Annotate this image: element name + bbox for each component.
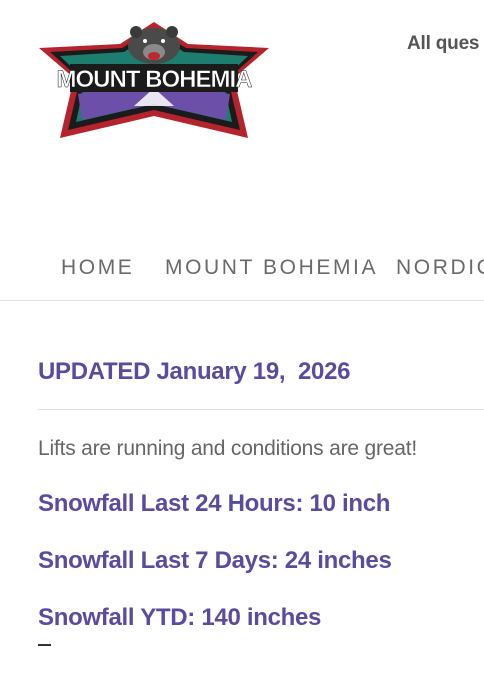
- header-contact-note: All ques: [407, 33, 480, 54]
- nav-item-home[interactable]: HOME: [61, 256, 134, 280]
- bear-mountain-logo-icon: MOUNT BOHEMIA: [39, 22, 269, 138]
- short-divider: [38, 644, 51, 646]
- snowfall-ytd: Snowfall YTD: 140 inches: [38, 604, 322, 631]
- svg-text:MOUNT BOHEMIA: MOUNT BOHEMIA: [57, 66, 253, 93]
- snowfall-7d: Snowfall Last 7 Days: 24 inches: [38, 547, 392, 574]
- updated-date-heading: UPDATED January 19, 2026: [38, 358, 351, 385]
- snowfall-24h: Snowfall Last 24 Hours: 10 inch: [38, 490, 391, 517]
- divider: [38, 409, 484, 410]
- nav-item-nordic[interactable]: NORDIC: [396, 256, 484, 280]
- nav-item-mount-bohemia[interactable]: MOUNT BOHEMIA: [165, 256, 378, 280]
- conditions-status: Lifts are running and conditions are gre…: [38, 437, 417, 460]
- snow-report: UPDATED January 19, 2026 Lifts are runni…: [38, 352, 484, 646]
- site-logo[interactable]: MOUNT BOHEMIA: [38, 20, 270, 140]
- main-nav: HOME MOUNT BOHEMIA NORDIC: [0, 240, 484, 301]
